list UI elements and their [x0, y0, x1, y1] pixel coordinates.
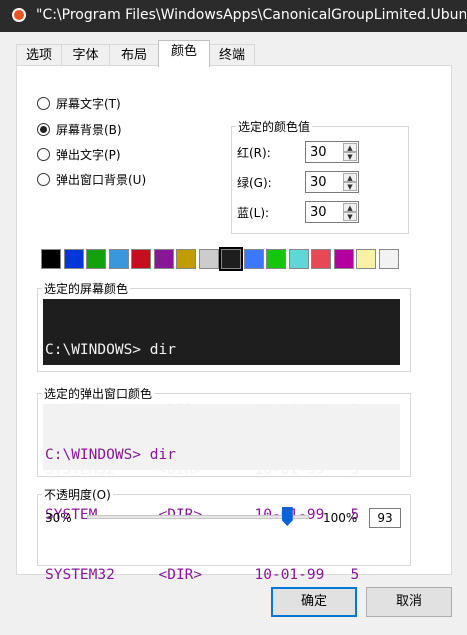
red-value[interactable]: 30 [310, 145, 327, 160]
tab-terminal[interactable]: 终端 [209, 44, 255, 66]
spin-up-icon[interactable]: ▲ [343, 143, 357, 152]
color-swatch-10[interactable] [243, 249, 264, 269]
red-spinner[interactable]: 30 ▲ ▼ [305, 141, 359, 163]
color-swatch-4[interactable] [108, 249, 129, 269]
radio-button[interactable] [37, 172, 50, 186]
tab-options[interactable]: 选项 [16, 44, 62, 66]
spin-up-icon[interactable]: ▲ [343, 203, 357, 212]
colors-panel: 屏幕文字(T) 屏幕背景(B) 弹出文字(P) 弹出窗口背景(U) 选定的颜色值… [16, 65, 452, 583]
color-swatch-6[interactable] [153, 249, 174, 269]
blue-label: 蓝(L): [237, 205, 270, 220]
color-values-rows: 红(R): 30 ▲ ▼ 绿(G): 30 ▲ ▼ 蓝(L): 30 ▲ ▼ [231, 118, 409, 234]
opacity-max-label: 100% [323, 511, 358, 525]
radio-label: 屏幕文字(T) [56, 96, 121, 111]
red-row: 红(R): 30 ▲ ▼ [237, 140, 359, 164]
opacity-value-field[interactable]: 93 [369, 508, 401, 528]
popup-preview: C:\WINDOWS> dir SYSTEM <DIR> 10-01-99 5 … [43, 404, 400, 583]
color-swatch-3[interactable] [86, 249, 106, 269]
screen-preview-line: C:\WINDOWS> dir [45, 342, 176, 358]
color-swatch-9[interactable] [219, 247, 243, 271]
radio-screen-text[interactable]: 屏幕文字(T) [37, 94, 121, 112]
blue-row: 蓝(L): 30 ▲ ▼ [237, 200, 359, 224]
screen-colors-legend: 选定的屏幕颜色 [44, 282, 129, 296]
opacity-slider-track[interactable] [87, 515, 309, 519]
spin-down-icon[interactable]: ▼ [343, 152, 357, 161]
opacity-slider-thumb[interactable] [281, 507, 293, 526]
dialog-content: 选项 字体 布局 颜色 终端 屏幕文字(T) 屏幕背景(B) 弹出文字(P) 弹… [0, 32, 467, 635]
radio-label: 弹出窗口背景(U) [56, 172, 147, 187]
screen-preview: C:\WINDOWS> dir SYSTEM <DIR> 10-01-99 5 … [43, 299, 400, 478]
color-swatch-1[interactable] [41, 249, 61, 269]
color-swatch-12[interactable] [288, 249, 309, 269]
color-palette [41, 247, 401, 275]
radio-screen-background[interactable]: 屏幕背景(B) [37, 120, 122, 138]
green-row: 绿(G): 30 ▲ ▼ [237, 170, 359, 194]
popup-preview-line: C:\WINDOWS> dir [45, 447, 176, 463]
radio-popup-background[interactable]: 弹出窗口背景(U) [37, 170, 146, 188]
opacity-controls: 30% 100% 93 [37, 498, 411, 538]
blue-spinner[interactable]: 30 ▲ ▼ [305, 201, 359, 223]
blue-value[interactable]: 30 [310, 205, 327, 220]
radio-label: 弹出文字(P) [56, 147, 121, 162]
cancel-button[interactable]: 取消 [366, 587, 452, 617]
popup-colors-legend: 选定的弹出窗口颜色 [44, 387, 153, 401]
color-swatch-7[interactable] [176, 249, 196, 269]
radio-popup-text[interactable]: 弹出文字(P) [37, 145, 121, 163]
spin-down-icon[interactable]: ▼ [343, 182, 357, 191]
radio-button[interactable] [37, 147, 50, 161]
window-title: "C:\Program Files\WindowsApps\CanonicalG… [36, 7, 466, 23]
color-swatch-14[interactable] [333, 249, 354, 269]
spin-down-icon[interactable]: ▼ [343, 212, 357, 221]
radio-button-selected[interactable] [37, 122, 50, 136]
red-label: 红(R): [237, 145, 271, 160]
color-swatch-2[interactable] [63, 249, 84, 269]
opacity-min-label: 30% [45, 511, 72, 525]
spin-up-icon[interactable]: ▲ [343, 173, 357, 182]
color-swatch-16[interactable] [378, 249, 399, 269]
green-value[interactable]: 30 [310, 175, 327, 190]
ubuntu-icon [12, 8, 26, 22]
color-swatch-5[interactable] [131, 249, 151, 269]
radio-label: 屏幕背景(B) [56, 122, 122, 137]
ok-button[interactable]: 确定 [271, 587, 357, 617]
tab-layout[interactable]: 布局 [109, 44, 159, 66]
color-swatch-8[interactable] [198, 249, 219, 269]
green-label: 绿(G): [237, 175, 272, 190]
green-spinner[interactable]: 30 ▲ ▼ [305, 171, 359, 193]
radio-button[interactable] [37, 96, 50, 110]
color-swatch-15[interactable] [356, 249, 376, 269]
tab-colors[interactable]: 颜色 [158, 40, 210, 67]
title-bar[interactable]: "C:\Program Files\WindowsApps\CanonicalG… [0, 0, 467, 32]
tab-font[interactable]: 字体 [61, 44, 110, 66]
popup-preview-line: SYSTEM32 <DIR> 10-01-99 5 [45, 567, 360, 583]
properties-window: "C:\Program Files\WindowsApps\CanonicalG… [0, 0, 467, 635]
color-swatch-11[interactable] [266, 249, 286, 269]
color-swatch-13[interactable] [311, 249, 331, 269]
